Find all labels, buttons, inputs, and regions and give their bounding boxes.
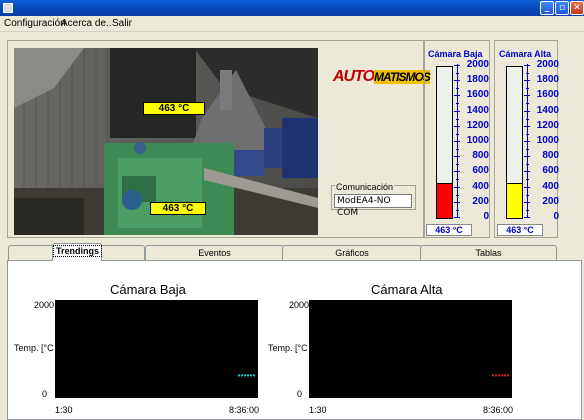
- gauge-tick-label: 1200: [536, 120, 559, 131]
- gauge-value-camara-baja: 463 °C: [426, 224, 472, 236]
- gauge-tick-label: 2000: [536, 59, 559, 70]
- chart-ylabel-camara-alta: Temp. [°C: [268, 343, 308, 353]
- gauge-minor-tick: [456, 73, 459, 74]
- chart-ytick-min-camara-baja: 0: [42, 389, 48, 399]
- gauge-title-camara-alta: Cámara Alta: [499, 49, 552, 59]
- gauge-minor-tick: [526, 73, 529, 74]
- thermometer-camara-baja: [436, 66, 453, 219]
- gauge-tick-label: 1200: [466, 120, 489, 131]
- chart-ytick-min-camara-alta: 0: [297, 389, 303, 399]
- photo-temp-top-label: 463 °C: [143, 102, 205, 115]
- title-bar: _ ▫ ✕: [0, 0, 584, 16]
- chart-ytick-max-camara-baja: 2000: [34, 300, 55, 310]
- gauge-minor-tick: [526, 103, 529, 104]
- gauge-minor-tick: [456, 210, 459, 211]
- gauge-tick-label: 200: [472, 196, 489, 207]
- chart-title-camara-alta: Cámara Alta: [371, 282, 443, 297]
- trend-chart-camara-alta: [309, 300, 512, 398]
- communication-status: ModEA4-NO COM: [334, 194, 412, 218]
- chart-xtick-end-camara-alta: 8:36:00: [483, 405, 514, 415]
- gauge-minor-tick: [526, 195, 529, 196]
- gauge-minor-tick: [456, 119, 459, 120]
- chart-ylabel-camara-baja: Temp. [°C: [14, 343, 54, 353]
- gauge-tick-label: 600: [472, 165, 489, 176]
- gauge-minor-tick: [456, 164, 459, 165]
- gauge-minor-tick: [456, 179, 459, 180]
- menu-acerca-de[interactable]: Acerca de..: [61, 18, 112, 29]
- chart-title-camara-baja: Cámara Baja: [110, 282, 186, 297]
- chart-xtick-end-camara-baja: 8:36:00: [229, 405, 260, 415]
- communication-title: Comunicación: [335, 182, 395, 192]
- gauge-tick-label: 200: [542, 196, 559, 207]
- gauge-tick-label: 1800: [536, 74, 559, 85]
- gauge-minor-tick: [526, 88, 529, 89]
- gauge-tick-label: 1800: [466, 74, 489, 85]
- thermometer-fill-camara-alta: [507, 183, 522, 218]
- gauge-minor-tick: [526, 119, 529, 120]
- gauge-minor-tick: [456, 149, 459, 150]
- gauge-minor-tick: [456, 103, 459, 104]
- gauge-value-camara-alta: 463 °C: [497, 224, 543, 236]
- tab-tablas[interactable]: Tablas: [420, 245, 557, 260]
- tab-graficos[interactable]: Gráficos: [282, 245, 422, 260]
- gauge-tick-label: 0: [553, 211, 559, 222]
- app-icon: [3, 3, 13, 13]
- gauge-minor-tick: [526, 179, 529, 180]
- thermometer-camara-alta: [506, 66, 523, 219]
- menu-bar: Configuración Acerca de.. Salir: [0, 16, 584, 32]
- gauge-tick-label: 2000: [466, 59, 489, 70]
- chart-xtick-start-camara-alta: 1:30: [309, 405, 327, 415]
- tab-trendings[interactable]: Trendings: [52, 243, 103, 261]
- gauge-minor-tick: [526, 164, 529, 165]
- gauge-tick-label: 1000: [536, 135, 559, 146]
- gauge-tick-label: 1400: [536, 105, 559, 116]
- gauge-tick-label: 0: [483, 211, 489, 222]
- chart-ytick-max-camara-alta: 2000: [289, 300, 310, 310]
- gauge-tick-label: 400: [472, 181, 489, 192]
- gauge-tick-label: 800: [542, 150, 559, 161]
- gauge-minor-tick: [456, 134, 459, 135]
- gauge-tick-label: 800: [472, 150, 489, 161]
- chart-xtick-start-camara-baja: 1:30: [55, 405, 73, 415]
- menu-salir[interactable]: Salir: [112, 18, 132, 29]
- gauge-tick-label: 1400: [466, 105, 489, 116]
- menu-configuracion[interactable]: Configuración: [4, 18, 66, 29]
- gauge-minor-tick: [456, 88, 459, 89]
- minimize-button[interactable]: _: [540, 1, 554, 15]
- gauge-title-camara-baja: Cámara Baja: [428, 49, 483, 59]
- gauge-tick-label: 1600: [536, 89, 559, 100]
- gauge-minor-tick: [526, 134, 529, 135]
- gauge-minor-tick: [526, 149, 529, 150]
- trend-chart-camara-baja: [55, 300, 258, 398]
- gauge-minor-tick: [526, 210, 529, 211]
- company-logo: AUTOMATISMOS: [333, 68, 431, 85]
- gauge-tick-label: 400: [542, 181, 559, 192]
- gauge-tick-label: 600: [542, 165, 559, 176]
- gauge-minor-tick: [456, 195, 459, 196]
- thermometer-fill-camara-baja: [437, 183, 452, 218]
- gauge-tick-label: 1600: [466, 89, 489, 100]
- photo-temp-bottom-label: 463 °C: [150, 202, 206, 215]
- maximize-button[interactable]: ▫: [555, 1, 569, 15]
- gauge-tick-label: 1000: [466, 135, 489, 146]
- close-button[interactable]: ✕: [570, 1, 584, 15]
- tab-eventos[interactable]: Eventos: [145, 245, 284, 260]
